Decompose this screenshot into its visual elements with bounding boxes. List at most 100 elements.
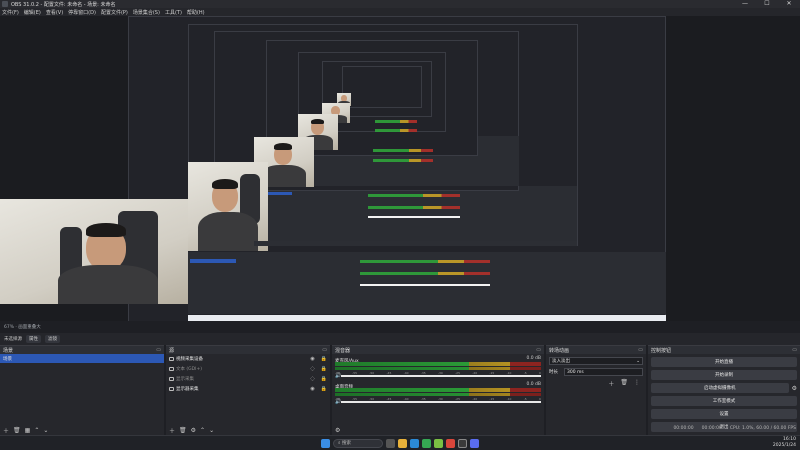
move-down-icon[interactable]: ⌄ bbox=[43, 427, 48, 434]
properties-button[interactable]: 属性 bbox=[26, 335, 41, 343]
volume-meter bbox=[335, 393, 541, 396]
obs-icon[interactable] bbox=[458, 438, 467, 448]
duration-input[interactable]: 300 ms bbox=[564, 368, 643, 376]
app-icon[interactable] bbox=[446, 438, 455, 448]
add-icon[interactable]: ＋ bbox=[169, 426, 175, 435]
minimize-icon[interactable]: — bbox=[734, 0, 756, 8]
menu-scene-collection[interactable]: 场景集合(S) bbox=[133, 9, 160, 16]
source-item[interactable]: 文本 (GDI+) ◌ 🔒 bbox=[166, 364, 330, 374]
close-icon[interactable]: ✕ bbox=[778, 0, 800, 8]
task-view-icon[interactable] bbox=[386, 438, 395, 448]
source-label: 显示器采集 bbox=[176, 387, 199, 392]
eye-icon[interactable]: ◉ bbox=[310, 386, 314, 392]
chevron-down-icon: ⌄ bbox=[636, 358, 640, 364]
menu-help[interactable]: 帮助(H) bbox=[187, 9, 205, 16]
filters-button[interactable]: 滤镜 bbox=[45, 335, 60, 343]
system-tray[interactable]: 16:10 2025/1/24 bbox=[773, 437, 796, 449]
sources-title: 源 bbox=[169, 347, 175, 354]
volume-slider[interactable] bbox=[341, 375, 541, 377]
gear-icon[interactable]: ⚙ bbox=[191, 427, 196, 434]
source-label: 视频采集设备 bbox=[176, 357, 203, 362]
menu-file[interactable]: 文件(F) bbox=[2, 9, 19, 16]
nested-meter bbox=[368, 206, 460, 209]
eye-icon[interactable]: ◌ bbox=[310, 366, 314, 372]
eye-icon[interactable]: ◉ bbox=[310, 356, 314, 362]
scenes-header: 场景 ▭ bbox=[0, 346, 164, 354]
menu-docks[interactable]: 停靠窗口(D) bbox=[68, 9, 96, 16]
obs-icon bbox=[2, 1, 8, 7]
menu-edit[interactable]: 编辑(E) bbox=[24, 9, 41, 16]
studio-mode-button[interactable]: 工作室模式 bbox=[651, 396, 797, 406]
nested-meter bbox=[368, 194, 460, 197]
source-label: 显示采集 bbox=[176, 377, 194, 382]
start-streaming-button[interactable]: 开始直播 bbox=[651, 357, 797, 367]
lock-icon[interactable]: 🔒 bbox=[321, 366, 327, 372]
chrome-icon[interactable] bbox=[422, 438, 431, 448]
menu-profile[interactable]: 配置文件(P) bbox=[101, 9, 128, 16]
lock-icon[interactable]: 🔒 bbox=[321, 356, 327, 362]
search-placeholder: 搜索 bbox=[341, 441, 351, 446]
edge-icon[interactable] bbox=[410, 438, 419, 448]
more-icon[interactable]: ⋮ bbox=[634, 379, 640, 388]
move-up-icon[interactable]: ⌃ bbox=[200, 427, 205, 434]
window-title: OBS 31.0.2 - 配置文件: 未命名 - 场景: 未命名 bbox=[11, 1, 116, 8]
source-item[interactable]: 视频采集设备 ◉ 🔒 bbox=[166, 354, 330, 364]
dock-menu-icon[interactable]: ▭ bbox=[536, 347, 541, 353]
move-up-icon[interactable]: ⌃ bbox=[34, 427, 39, 434]
dock-menu-icon[interactable]: ▭ bbox=[638, 347, 643, 353]
sources-header: 源 ▭ bbox=[166, 346, 330, 354]
menu-tools[interactable]: 工具(T) bbox=[165, 9, 182, 16]
source-toolbar: 未选择源 属性 滤镜 bbox=[0, 333, 800, 345]
mixer-channel: 麦克风/Aux 0.0 dB -60-55-50-45-40-35-30-25-… bbox=[335, 356, 541, 380]
nested-meter bbox=[375, 129, 417, 132]
lock-icon[interactable]: 🔒 bbox=[321, 386, 327, 392]
start-virtual-camera-button[interactable]: 启动虚拟摄像机 bbox=[651, 383, 789, 393]
maximize-icon[interactable]: ☐ bbox=[756, 0, 778, 8]
start-recording-button[interactable]: 开始录制 bbox=[651, 370, 797, 380]
eye-icon[interactable]: ◌ bbox=[310, 376, 314, 382]
filter-icon[interactable]: ▦ bbox=[25, 427, 31, 434]
sources-dock: 源 ▭ 视频采集设备 ◉ 🔒 文本 (GDI+) ◌ 🔒 显示采集 ◌ 🔒 显示器采集 ◉ 🔒 … bbox=[166, 345, 330, 435]
add-icon[interactable]: ＋ bbox=[3, 426, 9, 435]
delete-icon[interactable]: 🗑 bbox=[620, 379, 628, 388]
scene-item[interactable]: 场景 bbox=[0, 354, 164, 363]
settings-button[interactable]: 设置 bbox=[651, 409, 797, 419]
volume-meter bbox=[335, 362, 541, 366]
controls-dock: 控制按钮 ▭ 开始直播 开始录制 启动虚拟摄像机 ⚙ 工作室模式 设置 退出 bbox=[648, 345, 800, 435]
obs-status-bar: 00:00:00 00:00:00 CPU: 1.0%, 60.00 / 60.… bbox=[673, 426, 796, 431]
app-icon[interactable] bbox=[470, 438, 479, 448]
scene-item-label: 场景 bbox=[3, 356, 12, 362]
windows-start-icon[interactable] bbox=[321, 438, 330, 448]
source-item[interactable]: 显示采集 ◌ 🔒 bbox=[166, 374, 330, 384]
preview-canvas[interactable] bbox=[0, 16, 800, 323]
delete-icon[interactable]: 🗑 bbox=[13, 427, 21, 434]
duration-label: 时长 bbox=[549, 370, 558, 375]
dock-menu-icon[interactable]: ▭ bbox=[322, 347, 327, 353]
source-item[interactable]: 显示器采集 ◉ 🔒 bbox=[166, 384, 330, 394]
lock-icon[interactable]: 🔒 bbox=[321, 376, 327, 382]
delete-icon[interactable]: 🗑 bbox=[179, 427, 187, 434]
nested-meter bbox=[360, 260, 490, 263]
gear-icon[interactable]: ⚙ bbox=[792, 385, 797, 392]
move-down-icon[interactable]: ⌄ bbox=[209, 427, 214, 434]
windows-taskbar: ⌕ 搜索 16:10 2025/1/24 bbox=[0, 435, 800, 450]
controls-title: 控制按钮 bbox=[651, 347, 672, 354]
monitor-icon bbox=[169, 387, 174, 391]
dock-menu-icon[interactable]: ▭ bbox=[792, 347, 797, 353]
dock-menu-icon[interactable]: ▭ bbox=[156, 347, 161, 353]
add-icon[interactable]: ＋ bbox=[608, 379, 614, 388]
nested-meter bbox=[375, 120, 417, 123]
volume-meter bbox=[335, 388, 541, 392]
nested-taskbar bbox=[254, 241, 577, 246]
window-titlebar: OBS 31.0.2 - 配置文件: 未命名 - 场景: 未命名 — ☐ ✕ bbox=[0, 0, 800, 8]
gear-icon[interactable]: ⚙ bbox=[335, 427, 340, 434]
stream-time: 00:00:00 bbox=[673, 426, 694, 431]
app-icon[interactable] bbox=[434, 438, 443, 448]
file-explorer-icon[interactable] bbox=[398, 438, 407, 448]
menu-view[interactable]: 查看(V) bbox=[46, 9, 63, 16]
taskbar-search[interactable]: ⌕ 搜索 bbox=[333, 438, 383, 448]
monitor-icon bbox=[169, 377, 174, 381]
transition-select[interactable]: 淡入淡出 ⌄ bbox=[549, 357, 643, 365]
window-controls: — ☐ ✕ bbox=[734, 0, 800, 8]
volume-slider[interactable] bbox=[341, 401, 541, 403]
